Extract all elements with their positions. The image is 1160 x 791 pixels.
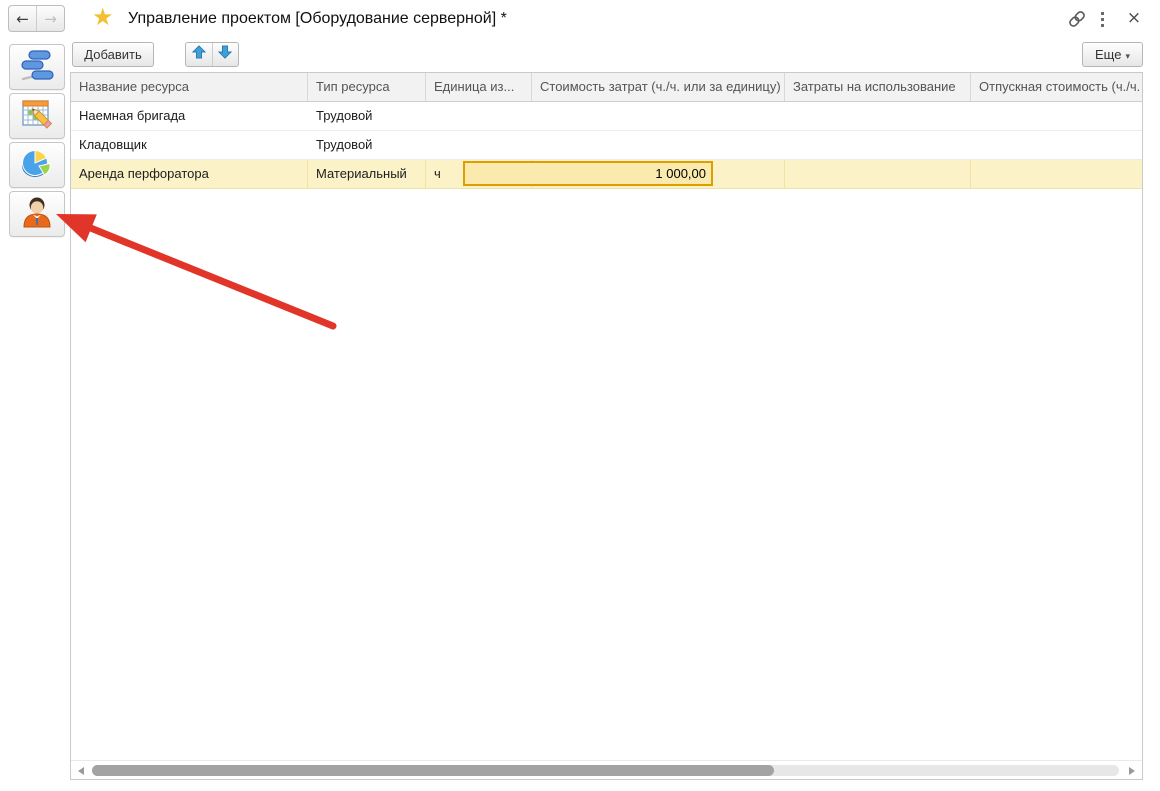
app-window: ← → ★ Управление проектом [Оборудование … xyxy=(0,0,1160,791)
column-header-resource-name[interactable]: Название ресурса xyxy=(71,73,308,101)
cell-cost[interactable] xyxy=(532,131,785,159)
favorite-star-icon[interactable]: ★ xyxy=(92,3,114,31)
calendar-edit-icon xyxy=(19,96,55,137)
horizontal-scrollbar[interactable] xyxy=(71,760,1142,779)
move-up-button[interactable] xyxy=(186,43,212,66)
cell-resource-name[interactable]: Наемная бригада xyxy=(71,102,308,130)
cell-selling-cost[interactable] xyxy=(971,160,1142,188)
scroll-right-icon[interactable] xyxy=(1129,767,1135,775)
gantt-chart-icon xyxy=(19,47,55,88)
column-header-resource-type[interactable]: Тип ресурса xyxy=(308,73,426,101)
cell-selling-cost[interactable] xyxy=(971,131,1142,159)
table-row[interactable]: Кладовщик Трудовой xyxy=(71,131,1142,160)
more-menu-icon[interactable] xyxy=(1097,9,1107,29)
history-nav: ← → xyxy=(8,5,65,32)
sidebar-resources-button[interactable] xyxy=(9,191,65,237)
titlebar: ← → ★ Управление проектом [Оборудование … xyxy=(0,0,1160,37)
pie-chart-icon xyxy=(19,145,55,186)
cell-resource-type[interactable]: Материальный xyxy=(308,160,426,188)
scroll-left-icon[interactable] xyxy=(78,767,84,775)
more-button-label: Еще xyxy=(1095,47,1121,62)
sidebar-gantt-button[interactable] xyxy=(9,44,65,90)
sidebar-schedule-button[interactable] xyxy=(9,93,65,139)
cell-cost[interactable] xyxy=(532,102,785,130)
column-header-cost[interactable]: Стоимость затрат (ч./ч. или за единицу) xyxy=(532,73,785,101)
sidebar-report-button[interactable] xyxy=(9,142,65,188)
scrollbar-thumb[interactable] xyxy=(92,765,774,776)
scrollbar-track[interactable] xyxy=(92,765,1119,776)
cell-unit[interactable] xyxy=(426,131,532,159)
table-header-row: Название ресурса Тип ресурса Единица из.… xyxy=(71,73,1142,102)
get-link-icon[interactable] xyxy=(1066,8,1088,30)
caret-down-icon: ▾ xyxy=(1125,52,1130,62)
arrow-up-icon xyxy=(191,44,207,65)
column-header-usage-cost[interactable]: Затраты на использование xyxy=(785,73,971,101)
column-header-selling-cost[interactable]: Отпускная стоимость (ч./ч. xyxy=(971,73,1142,101)
cell-resource-type[interactable]: Трудовой xyxy=(308,102,426,130)
cell-unit[interactable] xyxy=(426,102,532,130)
page-title: Управление проектом [Оборудование сервер… xyxy=(128,0,507,37)
more-button[interactable]: Еще ▾ xyxy=(1082,42,1143,67)
arrow-down-icon xyxy=(217,44,233,65)
cost-edit-input[interactable] xyxy=(463,161,713,186)
cell-resource-type[interactable]: Трудовой xyxy=(308,131,426,159)
cell-usage-cost[interactable] xyxy=(785,160,971,188)
move-down-button[interactable] xyxy=(212,43,239,66)
table-row[interactable]: Наемная бригада Трудовой xyxy=(71,102,1142,131)
cell-resource-name[interactable]: Аренда перфоратора xyxy=(71,160,308,188)
cell-selling-cost[interactable] xyxy=(971,102,1142,130)
cell-resource-name[interactable]: Кладовщик xyxy=(71,131,308,159)
column-header-unit[interactable]: Единица из... xyxy=(426,73,532,101)
move-buttons-group xyxy=(185,42,239,67)
close-icon[interactable]: × xyxy=(1122,5,1146,31)
back-button[interactable]: ← xyxy=(9,6,36,31)
add-button[interactable]: Добавить xyxy=(72,42,154,67)
cell-usage-cost[interactable] xyxy=(785,102,971,130)
forward-button[interactable]: → xyxy=(36,6,64,31)
cell-usage-cost[interactable] xyxy=(785,131,971,159)
person-icon xyxy=(19,194,55,235)
